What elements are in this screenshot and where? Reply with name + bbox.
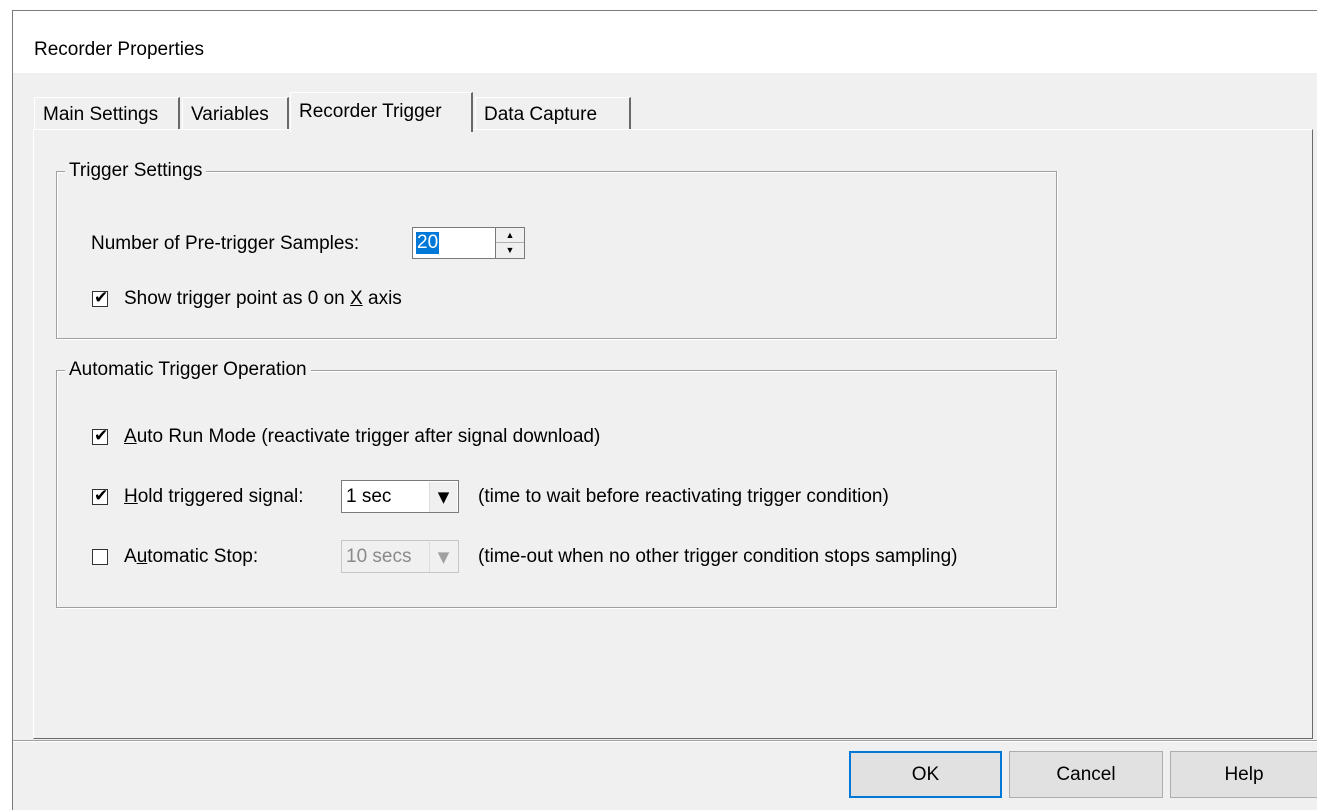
trigger-settings-title: Trigger Settings <box>65 160 207 182</box>
pretrigger-samples-label: Number of Pre-trigger Samples: <box>91 233 360 254</box>
footer-separator <box>13 740 1317 742</box>
dialog-title: Recorder Properties <box>34 39 205 60</box>
hold-hint: (time to wait before reactivating trigge… <box>478 486 889 507</box>
hold-triggered-label[interactable]: Hold triggered signal: <box>124 486 304 508</box>
automatic-trigger-title: Automatic Trigger Operation <box>65 359 311 381</box>
dropdown-arrow-icon[interactable]: ▼ <box>429 482 457 512</box>
automatic-trigger-group: Automatic Trigger Operation ✔ Auto Run M… <box>56 359 1057 608</box>
recorder-trigger-panel: Trigger Settings Number of Pre-trigger S… <box>33 129 1313 739</box>
show-trigger-checkbox[interactable]: ✔ <box>92 288 109 308</box>
tab-variables[interactable]: Variables <box>182 97 289 130</box>
pretrigger-samples-input[interactable]: 20 <box>412 227 495 259</box>
spin-down-arrow-icon[interactable]: ▼ <box>496 243 524 258</box>
auto-run-checkbox[interactable]: ✔ <box>92 426 109 446</box>
recorder-properties-dialog: Recorder Properties Main Settings Variab… <box>12 10 1317 810</box>
show-trigger-label[interactable]: Show trigger point as 0 on X axis <box>124 288 402 310</box>
automatic-stop-value: 10 secs <box>346 546 412 567</box>
checkmark-icon: ✔ <box>94 486 109 506</box>
cancel-button[interactable]: Cancel <box>1009 751 1163 798</box>
tab-recorder-trigger[interactable]: Recorder Trigger <box>290 92 473 132</box>
spin-up-arrow-icon[interactable]: ▲ <box>496 228 524 243</box>
dropdown-arrow-icon: ▼ <box>429 542 457 572</box>
trigger-settings-group: Trigger Settings Number of Pre-trigger S… <box>56 160 1057 339</box>
auto-run-label[interactable]: Auto Run Mode (reactivate trigger after … <box>124 426 600 448</box>
pretrigger-samples-value: 20 <box>416 232 440 254</box>
title-bar: Recorder Properties <box>13 11 1317 73</box>
checkmark-icon: ✔ <box>94 426 109 446</box>
checkmark-icon: ✔ <box>94 288 109 308</box>
hold-duration-select[interactable]: 1 sec ▼ <box>341 480 459 513</box>
tab-main-settings[interactable]: Main Settings <box>34 97 180 130</box>
hold-duration-value: 1 sec <box>346 486 392 507</box>
automatic-stop-label[interactable]: Automatic Stop: <box>124 546 258 568</box>
hold-triggered-checkbox[interactable]: ✔ <box>92 486 109 506</box>
automatic-stop-hint: (time-out when no other trigger conditio… <box>478 546 958 567</box>
help-button[interactable]: Help <box>1170 751 1317 798</box>
automatic-stop-select: 10 secs ▼ <box>341 540 459 573</box>
automatic-stop-checkbox[interactable] <box>92 549 108 565</box>
pretrigger-spinner: ▲ ▼ <box>495 227 525 259</box>
tab-data-capture[interactable]: Data Capture <box>475 97 631 130</box>
ok-button[interactable]: OK <box>849 751 1002 798</box>
